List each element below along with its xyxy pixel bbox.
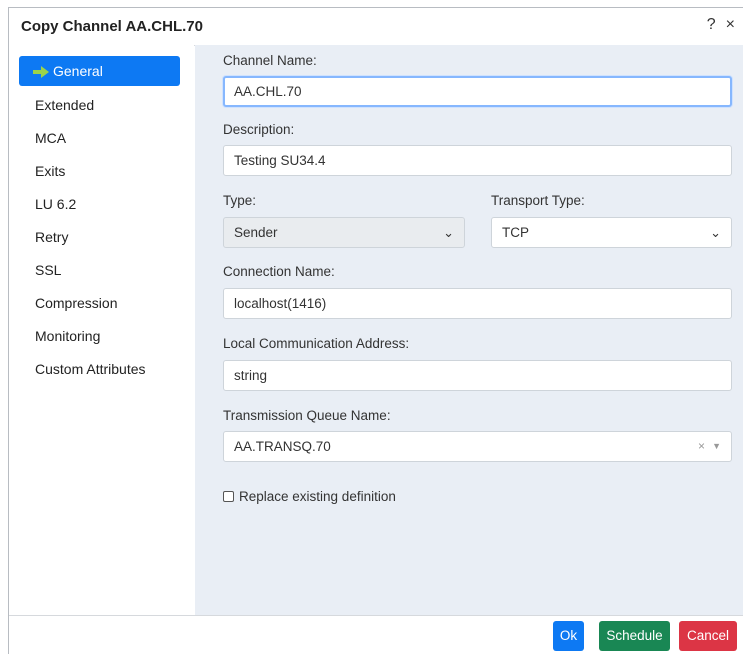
sidebar-item-exits[interactable]: Exits <box>19 156 180 186</box>
dialog-footer: Ok Schedule Cancel <box>9 615 743 654</box>
sidebar-item-extended[interactable]: Extended <box>19 90 180 120</box>
caret-down-icon[interactable]: ▼ <box>712 432 721 461</box>
sidebar: General Extended MCA Exits LU 6.2 Retry … <box>9 45 194 616</box>
form-panel: Channel Name: AA.CHL.70 Description: Tes… <box>195 45 743 616</box>
chevron-down-icon: ⌄ <box>443 225 454 240</box>
channel-name-input[interactable]: AA.CHL.70 <box>223 76 732 107</box>
type-select[interactable]: Sender ⌄ <box>223 217 465 248</box>
transport-type-value: TCP <box>502 225 529 240</box>
dialog-title: Copy Channel AA.CHL.70 <box>21 18 203 35</box>
sidebar-item-compression[interactable]: Compression <box>19 288 180 318</box>
sidebar-item-mca[interactable]: MCA <box>19 123 180 153</box>
xmit-queue-value: AA.TRANSQ.70 <box>234 439 331 454</box>
dialog-titlebar: Copy Channel AA.CHL.70 ? × <box>9 8 743 46</box>
local-address-input[interactable]: string <box>223 360 732 391</box>
close-icon[interactable]: × <box>726 16 735 34</box>
sidebar-item-ssl[interactable]: SSL <box>19 255 180 285</box>
description-label: Description: <box>223 122 295 137</box>
clear-icon[interactable]: × <box>698 432 705 461</box>
ok-button[interactable]: Ok <box>553 621 584 651</box>
chevron-down-icon: ⌄ <box>710 225 721 240</box>
local-address-label: Local Communication Address: <box>223 336 410 351</box>
replace-existing-row[interactable]: Replace existing definition <box>223 489 396 504</box>
xmit-queue-combobox[interactable]: AA.TRANSQ.70 × ▼ <box>223 431 732 462</box>
connection-name-input[interactable]: localhost(1416) <box>223 288 732 319</box>
replace-existing-checkbox[interactable] <box>223 491 234 502</box>
type-label: Type: <box>223 193 257 208</box>
replace-existing-label: Replace existing definition <box>239 489 396 504</box>
transport-type-select[interactable]: TCP ⌄ <box>491 217 732 248</box>
channel-name-label: Channel Name: <box>223 53 317 68</box>
sidebar-item-general[interactable]: General <box>19 56 180 86</box>
sidebar-item-custom-attributes[interactable]: Custom Attributes <box>19 354 180 384</box>
xmit-queue-label: Transmission Queue Name: <box>223 408 391 423</box>
arrow-right-icon <box>33 66 49 79</box>
sidebar-item-monitoring[interactable]: Monitoring <box>19 321 180 351</box>
sidebar-item-retry[interactable]: Retry <box>19 222 180 252</box>
description-input[interactable]: Testing SU34.4 <box>223 145 732 176</box>
type-value: Sender <box>234 225 278 240</box>
title-actions: ? × <box>707 16 735 34</box>
sidebar-item-lu62[interactable]: LU 6.2 <box>19 189 180 219</box>
help-icon[interactable]: ? <box>707 16 716 34</box>
connection-name-label: Connection Name: <box>223 264 335 279</box>
schedule-button[interactable]: Schedule <box>599 621 670 651</box>
copy-channel-dialog: Copy Channel AA.CHL.70 ? × General Exten… <box>8 7 743 654</box>
sidebar-item-label: General <box>53 63 103 79</box>
cancel-button[interactable]: Cancel <box>679 621 737 651</box>
transport-type-label: Transport Type: <box>491 193 585 208</box>
